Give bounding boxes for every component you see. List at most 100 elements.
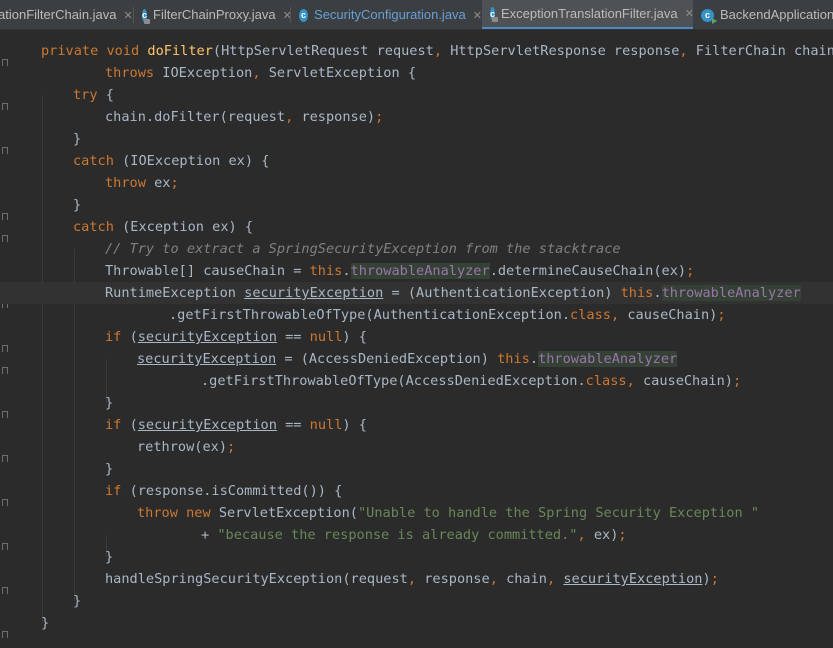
code-line[interactable]: RuntimeException securityException = (Au…	[0, 282, 833, 304]
code-text: ) {	[342, 417, 367, 433]
code-text: (Exception ex) {	[122, 219, 254, 235]
keyword: catch	[73, 153, 123, 169]
code-text: RuntimeException	[105, 285, 245, 301]
code-text: (	[129, 417, 138, 433]
keyword: throw new	[137, 505, 219, 521]
code-text: (HttpServletRequest request	[212, 43, 434, 59]
code-line[interactable]: securityException = (AccessDeniedExcepti…	[0, 348, 833, 370]
code-line[interactable]: }	[0, 458, 833, 480]
keyword: null	[309, 329, 343, 345]
code-text: }	[105, 395, 114, 411]
keyword: try	[73, 87, 106, 103]
code-text: = (AccessDeniedException)	[276, 351, 498, 367]
code-text: response	[424, 571, 490, 587]
code-editor[interactable]: private void doFilter(HttpServletRequest…	[0, 30, 833, 648]
code-line[interactable]: }	[0, 194, 833, 216]
variable-ref: securityException	[244, 285, 384, 301]
keyword: ,	[433, 43, 451, 59]
code-text: .getFirstThrowableOfType(AccessDeniedExc…	[201, 373, 586, 389]
keyword: this	[309, 263, 343, 279]
keyword: throws	[105, 65, 163, 81]
code-line[interactable]: // Try to extract a SpringSecurityExcept…	[0, 238, 833, 260]
code-text: handleSpringSecurityException(request	[105, 571, 408, 587]
keyword: if	[105, 329, 130, 345]
variable-ref: securityException	[137, 351, 277, 367]
tab-3[interactable]: c ExceptionTranslationFilter.java ✕	[482, 0, 694, 29]
code-text: .determineCauseChain(ex)	[489, 263, 687, 279]
tab-2[interactable]: c SecurityConfiguration.java ✕	[291, 0, 482, 29]
code-text: }	[41, 615, 50, 631]
code-text: ex	[154, 175, 171, 191]
code-line[interactable]: if (securityException == null) {	[0, 326, 833, 348]
tab-label: FilterChainProxy.java	[153, 7, 276, 22]
keyword: ,	[626, 373, 643, 389]
code-text: HttpServletResponse response	[450, 43, 680, 59]
code-text: rethrow(ex)	[137, 439, 228, 455]
code-text: ServletException(	[218, 505, 358, 521]
code-line[interactable]: rethrow(ex);	[0, 436, 833, 458]
close-icon[interactable]: ✕	[473, 9, 482, 22]
tab-0[interactable]: ationFilterChain.java ✕	[0, 0, 134, 29]
code-line[interactable]: }	[0, 546, 833, 568]
code-text: chain.doFilter(request	[105, 109, 286, 125]
keyword: ,	[679, 43, 696, 59]
code-text: (response.isCommitted()) {	[129, 483, 343, 499]
keyword: ,	[546, 571, 564, 587]
code-line[interactable]: if (response.isCommitted()) {	[0, 480, 833, 502]
code-line[interactable]: private void doFilter(HttpServletRequest…	[0, 40, 833, 62]
code-text: }	[73, 131, 82, 147]
close-icon[interactable]: ✕	[124, 9, 133, 22]
code-line[interactable]: }	[0, 128, 833, 150]
code-text: IOException	[162, 65, 253, 81]
keyword: this	[620, 285, 654, 301]
keyword: ,	[252, 65, 269, 81]
code-line[interactable]: if (securityException == null) {	[0, 414, 833, 436]
tab-1[interactable]: c FilterChainProxy.java ✕	[134, 0, 292, 29]
editor-tab-bar: ationFilterChain.java ✕ c FilterChainProxy.…	[0, 0, 833, 30]
code-text: .	[342, 263, 351, 279]
code-text: }	[73, 197, 82, 213]
code-text: chain	[506, 571, 547, 587]
code-text: .	[529, 351, 539, 367]
code-line[interactable]: }	[0, 392, 833, 414]
code-line[interactable]: .getFirstThrowableOfType(AuthenticationE…	[0, 304, 833, 326]
code-line[interactable]: + "because the response is already commi…	[0, 524, 833, 546]
code-line[interactable]: throws IOException, ServletException {	[0, 62, 833, 84]
code-line[interactable]: catch (Exception ex) {	[0, 216, 833, 238]
code-line[interactable]: .getFirstThrowableOfType(AccessDeniedExc…	[0, 370, 833, 392]
code-line[interactable]: chain.doFilter(request, response);	[0, 106, 833, 128]
tab-label: SecurityConfiguration.java	[314, 7, 466, 22]
code-text: (IOException ex) {	[122, 153, 270, 169]
code-line[interactable]: try {	[0, 84, 833, 106]
code-line[interactable]: }	[0, 590, 833, 612]
code-text: response)	[301, 109, 376, 125]
code-text: }	[105, 461, 114, 477]
code-line[interactable]: handleSpringSecurityException(request, r…	[0, 568, 833, 590]
keyword: class	[585, 373, 627, 389]
java-class-icon: c	[299, 8, 309, 22]
code-text: ServletException {	[268, 65, 417, 81]
code-text: FilterChain chain)	[695, 43, 833, 59]
code-text: (	[129, 329, 138, 345]
field-ref: throwableAnalyzer	[661, 285, 801, 301]
code-text: causeChain)	[642, 373, 733, 389]
keyword: ;	[717, 307, 726, 323]
keyword: if	[105, 417, 130, 433]
tab-4[interactable]: c BackendApplication.j	[693, 0, 833, 29]
keyword: ;	[227, 439, 236, 455]
keyword: ,	[285, 109, 302, 125]
code-line[interactable]: throw new ServletException("Unable to ha…	[0, 502, 833, 524]
code-text: +	[201, 527, 218, 543]
code-line[interactable]: throw ex;	[0, 172, 833, 194]
keyword: ,	[489, 571, 507, 587]
tab-label: BackendApplication.j	[720, 7, 833, 22]
keyword: null	[309, 417, 343, 433]
code-line[interactable]: catch (IOException ex) {	[0, 150, 833, 172]
variable-ref: securityException	[137, 329, 277, 345]
keyword: void	[106, 43, 148, 59]
code-line[interactable]: }	[0, 612, 833, 634]
code-text: ex)	[593, 527, 619, 543]
string-literal: "because the response is already committ…	[217, 527, 578, 543]
code-text: }	[73, 593, 82, 609]
code-line[interactable]: Throwable[] causeChain = this.throwableA…	[0, 260, 833, 282]
